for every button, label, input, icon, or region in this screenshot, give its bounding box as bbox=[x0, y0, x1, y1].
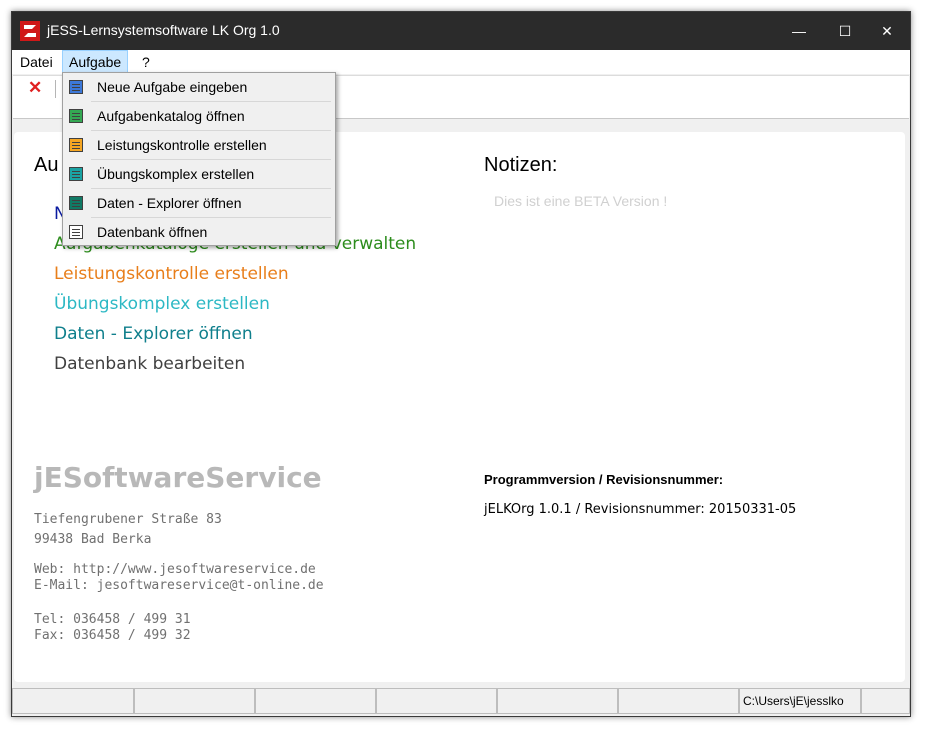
contact-email: E-Mail: jesoftwareservice@t-online.de bbox=[34, 578, 324, 593]
dropdown-label: Datenbank öffnen bbox=[97, 224, 208, 240]
menu-bar: Datei Aufgabe ? bbox=[12, 50, 910, 74]
document-white-icon bbox=[69, 225, 83, 239]
dropdown-label: Übungskomplex erstellen bbox=[97, 166, 255, 182]
dropdown-item-leistungskontrolle[interactable]: Leistungskontrolle erstellen bbox=[65, 131, 333, 160]
status-cell bbox=[255, 688, 376, 714]
status-bar: C:\Users\jE\jesslko bbox=[12, 686, 910, 716]
dropdown-label: Leistungskontrolle erstellen bbox=[97, 137, 267, 153]
status-cell bbox=[861, 688, 910, 714]
status-cell bbox=[12, 688, 134, 714]
title-bar[interactable]: jESS-Lernsystemsoftware LK Org 1.0 — ☐ ✕ bbox=[12, 12, 910, 50]
document-blue-icon bbox=[69, 80, 83, 94]
link-leistungskontrolle[interactable]: Leistungskontrolle erstellen bbox=[54, 264, 289, 284]
link-datenbank[interactable]: Datenbank bearbeiten bbox=[54, 354, 245, 374]
status-cell bbox=[134, 688, 255, 714]
section-title: Au bbox=[34, 154, 59, 176]
company-name: jESoftwareService bbox=[34, 461, 322, 494]
document-green-icon bbox=[69, 109, 83, 123]
link-daten-explorer[interactable]: Daten - Explorer öffnen bbox=[54, 324, 253, 344]
contact-web: Web: http://www.jesoftwareservice.de bbox=[34, 562, 316, 577]
document-teal-icon bbox=[69, 167, 83, 181]
toolbar-separator bbox=[55, 80, 56, 98]
app-logo-icon bbox=[20, 21, 40, 41]
menu-aufgabe[interactable]: Aufgabe bbox=[62, 50, 129, 74]
dropdown-item-daten-explorer[interactable]: Daten - Explorer öffnen bbox=[65, 189, 333, 218]
version-value: jELKOrg 1.0.1 / Revisionsnummer: 2015033… bbox=[484, 502, 797, 517]
dropdown-item-neue-aufgabe[interactable]: Neue Aufgabe eingeben bbox=[65, 73, 333, 102]
dropdown-label: Daten - Explorer öffnen bbox=[97, 195, 242, 211]
notes-title: Notizen: bbox=[484, 154, 558, 176]
dropdown-item-uebungskomplex[interactable]: Übungskomplex erstellen bbox=[65, 160, 333, 189]
dropdown-label: Aufgabenkatalog öffnen bbox=[97, 108, 245, 124]
status-cell bbox=[376, 688, 497, 714]
dropdown-item-aufgabenkatalog[interactable]: Aufgabenkatalog öffnen bbox=[65, 102, 333, 131]
address-street: Tiefengrubener Straße 83 bbox=[34, 512, 222, 527]
address-city: 99438 Bad Berka bbox=[34, 532, 152, 547]
folder-teal-icon bbox=[69, 196, 83, 210]
dropdown-item-datenbank[interactable]: Datenbank öffnen bbox=[65, 218, 333, 247]
link-uebungskomplex[interactable]: Übungskomplex erstellen bbox=[54, 294, 270, 314]
contact-fax: Fax: 036458 / 499 32 bbox=[34, 628, 191, 643]
close-icon[interactable]: ✕ bbox=[28, 78, 42, 98]
notes-text[interactable]: Dies ist eine BETA Version ! bbox=[494, 193, 667, 209]
menu-datei[interactable]: Datei bbox=[14, 50, 59, 74]
close-button[interactable]: ✕ bbox=[864, 12, 910, 50]
document-orange-icon bbox=[69, 138, 83, 152]
status-cell bbox=[618, 688, 739, 714]
aufgabe-dropdown-menu: Neue Aufgabe eingeben Aufgabenkatalog öf… bbox=[62, 72, 336, 246]
status-cell bbox=[497, 688, 618, 714]
menu-help[interactable]: ? bbox=[136, 50, 156, 74]
contact-tel: Tel: 036458 / 499 31 bbox=[34, 612, 191, 627]
dropdown-label: Neue Aufgabe eingeben bbox=[97, 79, 248, 95]
version-label: Programmversion / Revisionsnummer: bbox=[484, 472, 724, 487]
window-title: jESS-Lernsystemsoftware LK Org 1.0 bbox=[47, 22, 280, 38]
minimize-button[interactable]: — bbox=[776, 12, 822, 50]
status-path: C:\Users\jE\jesslko bbox=[739, 688, 861, 714]
maximize-button[interactable]: ☐ bbox=[822, 12, 868, 50]
